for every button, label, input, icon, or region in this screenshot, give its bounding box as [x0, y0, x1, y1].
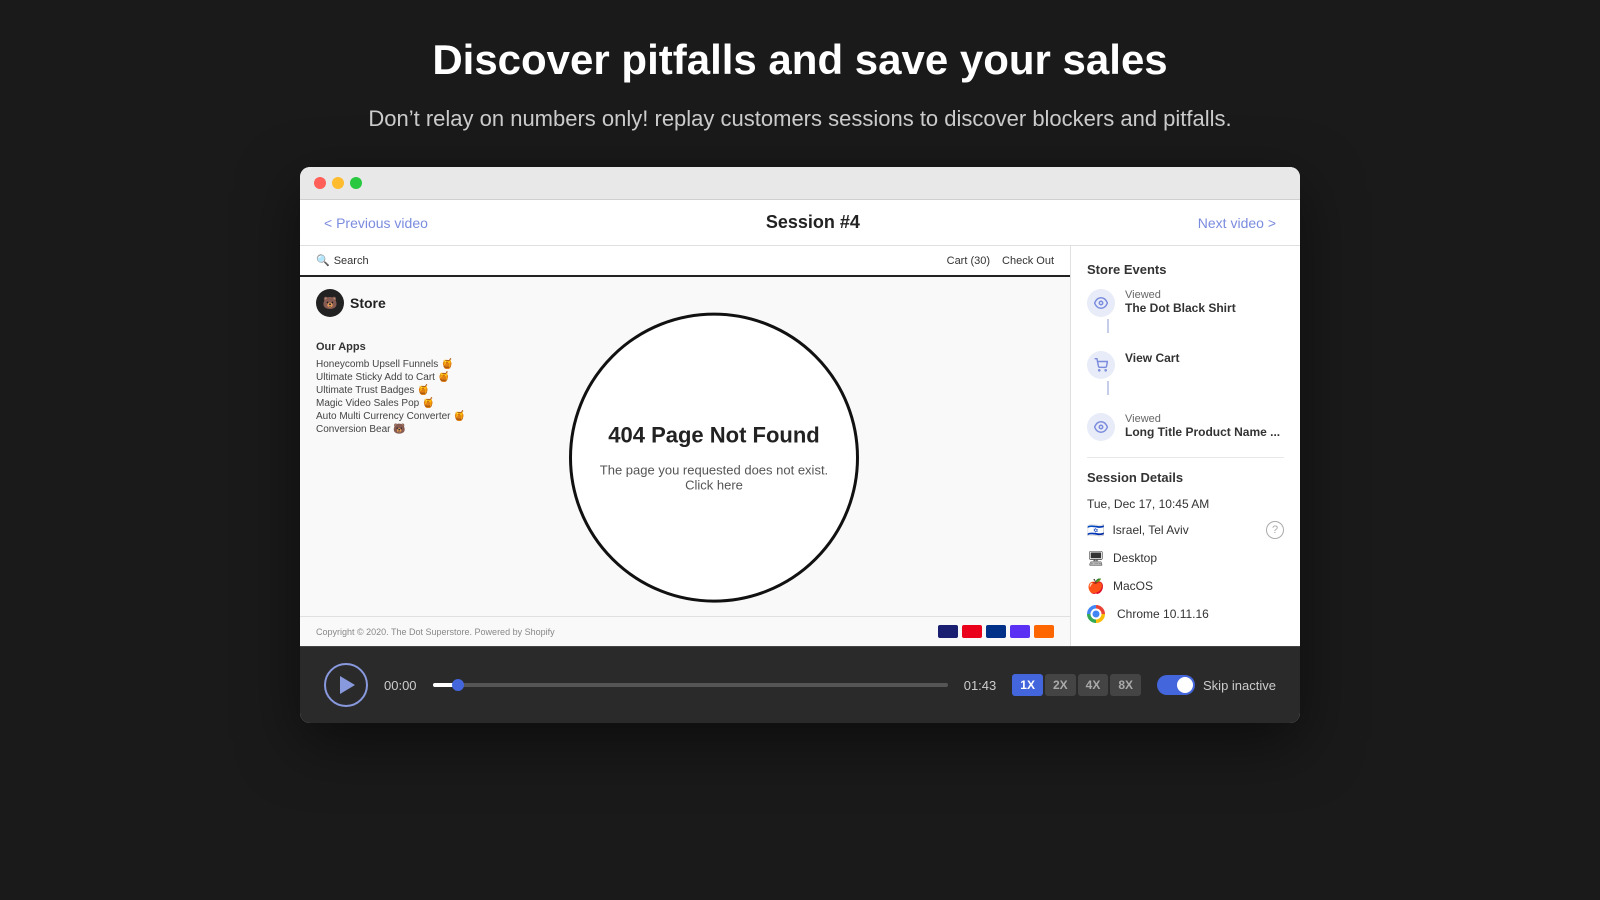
- play-button[interactable]: [324, 663, 368, 707]
- right-panel: Store Events Viewed The Dot Black Shirt: [1070, 246, 1300, 646]
- event-label-1: Viewed: [1125, 289, 1236, 301]
- store-preview: 🔍 Search Cart (30) Check Out 🐻 Store Our…: [300, 246, 1070, 646]
- desktop-icon: 🖥: [1087, 549, 1105, 567]
- maximize-dot[interactable]: [350, 177, 362, 189]
- mastercard-icon: [962, 625, 982, 638]
- session-os-row: 🍎 MacOS: [1087, 577, 1284, 595]
- time-current: 00:00: [384, 678, 417, 693]
- session-details-title: Session Details: [1087, 470, 1284, 485]
- event-label-2: Viewed: [1125, 413, 1280, 425]
- progress-track[interactable]: [433, 683, 948, 687]
- speed-4x-button[interactable]: 4X: [1078, 674, 1109, 696]
- paypal-icon: [986, 625, 1006, 638]
- viewed-icon-2: [1087, 413, 1115, 441]
- error-title: 404 Page Not Found: [608, 423, 819, 449]
- session-datetime-row: Tue, Dec 17, 10:45 AM: [1087, 497, 1284, 511]
- event-info-cart: View Cart: [1125, 351, 1179, 365]
- browser-window: < Previous video Session #4 Next video >…: [300, 167, 1300, 723]
- toggle-switch[interactable]: [1157, 675, 1195, 695]
- store-footer: Copyright © 2020. The Dot Superstore. Po…: [300, 616, 1070, 646]
- info-icon[interactable]: ?: [1266, 521, 1284, 539]
- skip-label: Skip inactive: [1203, 678, 1276, 693]
- stripe-icon: [1010, 625, 1030, 638]
- error-overlay: 404 Page Not Found The page you requeste…: [569, 313, 859, 603]
- checkout-link[interactable]: Check Out: [1002, 255, 1054, 267]
- store-logo-icon: 🐻: [316, 289, 344, 317]
- session-browser-row: Chrome 10.11.16: [1087, 605, 1284, 623]
- session-device-row: 🖥 Desktop: [1087, 549, 1284, 567]
- event-value-cart: View Cart: [1125, 351, 1179, 365]
- session-location-row: 🇮🇱 Israel, Tel Aviv ?: [1087, 521, 1284, 539]
- session-title: Session #4: [766, 212, 860, 233]
- progress-fill: [433, 683, 459, 687]
- event-item-viewed-1: Viewed The Dot Black Shirt: [1087, 289, 1284, 335]
- speed-1x-button[interactable]: 1X: [1012, 674, 1043, 696]
- copyright-text: Copyright © 2020. The Dot Superstore. Po…: [316, 627, 555, 637]
- store-nav-right: Cart (30) Check Out: [947, 255, 1054, 267]
- divider-1: [1087, 457, 1284, 458]
- event-item-cart: View Cart: [1087, 351, 1284, 397]
- flag-icon: 🇮🇱: [1087, 522, 1104, 539]
- apple-icon: 🍎: [1087, 577, 1105, 595]
- store-nav-left: 🔍 Search: [316, 254, 369, 267]
- visa-icon: [938, 625, 958, 638]
- browser-titlebar: [300, 167, 1300, 200]
- next-video-link[interactable]: Next video >: [1198, 215, 1276, 231]
- time-total: 01:43: [964, 678, 997, 693]
- viewed-icon-1: [1087, 289, 1115, 317]
- playback-bar: 00:00 01:43 1X 2X 4X 8X Skip inactive: [300, 646, 1300, 723]
- store-logo-text: Store: [350, 295, 386, 311]
- search-label: Search: [334, 255, 369, 267]
- speed-2x-button[interactable]: 2X: [1045, 674, 1076, 696]
- event-value-1: The Dot Black Shirt: [1125, 301, 1236, 315]
- browser-body: 🔍 Search Cart (30) Check Out 🐻 Store Our…: [300, 246, 1300, 646]
- speed-8x-button[interactable]: 8X: [1110, 674, 1141, 696]
- os-value: MacOS: [1113, 579, 1153, 593]
- play-triangle-icon: [340, 676, 355, 694]
- toggle-knob: [1177, 677, 1193, 693]
- search-icon: 🔍: [316, 254, 330, 267]
- skip-inactive-toggle: Skip inactive: [1157, 675, 1276, 695]
- minimize-dot[interactable]: [332, 177, 344, 189]
- amex-icon: [1034, 625, 1054, 638]
- session-header: < Previous video Session #4 Next video >: [300, 200, 1300, 246]
- event-value-2: Long Title Product Name ...: [1125, 425, 1280, 439]
- browser-value: Chrome 10.11.16: [1117, 607, 1209, 621]
- cart-icon-event: [1087, 351, 1115, 379]
- speed-controls: 1X 2X 4X 8X: [1012, 674, 1141, 696]
- page-subtitle: Don’t relay on numbers only! replay cust…: [368, 102, 1231, 135]
- payment-icons: [938, 625, 1054, 638]
- previous-video-link[interactable]: < Previous video: [324, 215, 428, 231]
- event-item-viewed-2: Viewed Long Title Product Name ...: [1087, 413, 1284, 441]
- device-value: Desktop: [1113, 551, 1157, 565]
- store-events-title: Store Events: [1087, 262, 1284, 277]
- progress-dot: [452, 679, 464, 691]
- location-value: Israel, Tel Aviv: [1112, 523, 1188, 537]
- chrome-icon: [1087, 605, 1105, 623]
- datetime-value: Tue, Dec 17, 10:45 AM: [1087, 497, 1209, 511]
- store-nav: 🔍 Search Cart (30) Check Out: [300, 246, 1070, 277]
- event-info-1: Viewed The Dot Black Shirt: [1125, 289, 1236, 315]
- event-info-2: Viewed Long Title Product Name ...: [1125, 413, 1280, 439]
- close-dot[interactable]: [314, 177, 326, 189]
- page-title: Discover pitfalls and save your sales: [432, 36, 1167, 84]
- cart-link[interactable]: Cart (30): [947, 255, 990, 267]
- error-body: The page you requested does not exist. C…: [592, 463, 836, 493]
